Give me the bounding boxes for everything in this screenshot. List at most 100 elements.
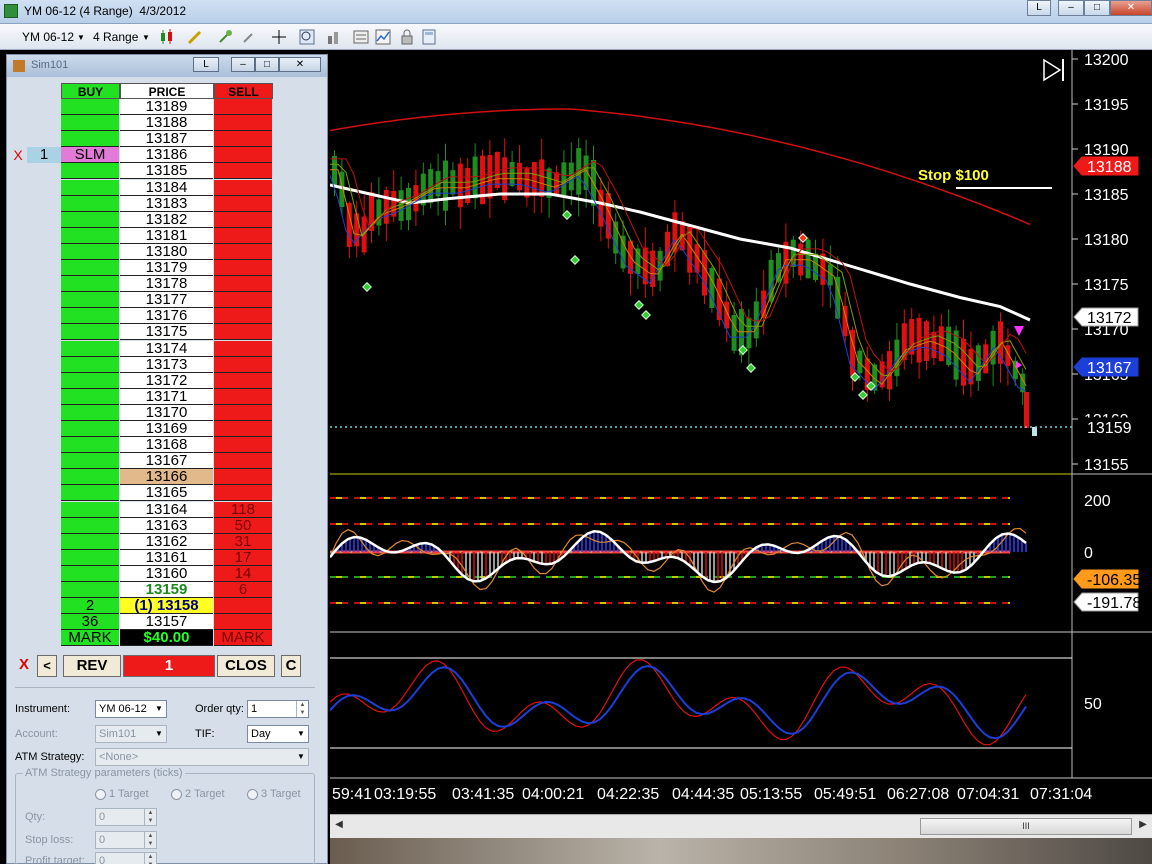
buy-cell[interactable] (61, 243, 119, 260)
maximize-button[interactable]: □ (1084, 0, 1110, 16)
buy-cell[interactable] (61, 421, 119, 437)
cancel-order-x[interactable] (11, 550, 25, 566)
chart-properties-icon[interactable] (352, 28, 370, 46)
sell-cell[interactable] (214, 211, 272, 228)
sell-cell[interactable] (214, 598, 272, 615)
sell-cell[interactable] (214, 260, 272, 276)
sell-cell[interactable]: 14 (214, 565, 272, 582)
cancel-order-x[interactable] (11, 115, 25, 131)
buy-cell[interactable] (61, 163, 119, 180)
pencil-icon[interactable] (186, 28, 204, 46)
sell-cell[interactable] (214, 276, 272, 293)
sell-cell[interactable] (214, 372, 272, 389)
cancel-order-x[interactable] (11, 260, 25, 276)
buy-cell[interactable] (61, 260, 119, 276)
cancel-order-x[interactable] (11, 212, 25, 228)
close-button[interactable]: ✕ (279, 57, 321, 72)
link-button[interactable]: L (1027, 0, 1051, 16)
cancel-order-x[interactable] (11, 485, 25, 501)
tif-select[interactable]: Day ▼ (247, 725, 309, 743)
sell-cell[interactable]: MARK (214, 630, 272, 647)
cancel-order-x[interactable] (11, 324, 25, 340)
c-button[interactable]: C (281, 655, 301, 677)
buy-cell[interactable]: SLM (61, 147, 119, 164)
sell-cell[interactable]: 118 (214, 501, 272, 518)
buy-cell[interactable] (61, 308, 119, 325)
chart-canvas[interactable]: Stop $100 13200 13195 13190 13185 13180 13175… (330, 50, 1152, 814)
sell-cell[interactable]: 6 (214, 582, 272, 598)
cancel-order-x[interactable] (11, 341, 25, 357)
cancel-order-x[interactable] (11, 357, 25, 373)
instrument-selector[interactable]: YM 06-12 (22, 30, 74, 44)
sell-cell[interactable] (214, 453, 272, 470)
sell-cell[interactable] (214, 485, 272, 502)
chevron-down-icon[interactable]: ▼ (142, 33, 150, 42)
sell-cell[interactable] (214, 115, 272, 132)
buy-cell[interactable] (61, 292, 119, 309)
buy-cell[interactable] (61, 565, 119, 582)
line-chart-icon[interactable] (374, 28, 392, 46)
window-titlebar[interactable]: YM 06-12 (4 Range) 4/3/2012 L – □ ✕ (0, 0, 1152, 24)
cancel-order-x[interactable] (11, 582, 25, 598)
buy-cell[interactable]: 36 (61, 614, 119, 631)
cancel-order-x[interactable] (11, 292, 25, 308)
buy-cell[interactable]: MARK (61, 630, 119, 647)
sell-cell[interactable] (214, 292, 272, 309)
cancel-order-x[interactable]: X (11, 147, 25, 163)
buy-cell[interactable] (61, 501, 119, 518)
sell-cell[interactable] (214, 99, 272, 115)
cancel-order-x[interactable] (11, 163, 25, 179)
buy-cell[interactable] (61, 211, 119, 228)
close-position-button[interactable]: CLOS (217, 655, 275, 677)
sell-cell[interactable] (214, 195, 272, 212)
cancel-order-x[interactable] (11, 518, 25, 534)
account-select[interactable]: Sim101 ▼ (95, 725, 167, 743)
buy-cell[interactable] (61, 517, 119, 534)
order-qty-stepper[interactable]: 1 ▲ ▼ (247, 700, 309, 718)
sell-cell[interactable] (214, 356, 272, 373)
cancel-order-x[interactable] (11, 180, 25, 196)
cancel-order-x[interactable] (11, 566, 25, 582)
sell-cell[interactable] (214, 404, 272, 421)
template-icon[interactable] (420, 28, 438, 46)
minus-icon[interactable] (240, 28, 258, 46)
cancel-order-x[interactable] (11, 614, 25, 630)
buy-cell[interactable] (61, 99, 119, 115)
sell-cell[interactable] (214, 421, 272, 437)
cancel-order-x[interactable] (11, 534, 25, 550)
buy-cell[interactable] (61, 131, 119, 148)
buy-cell[interactable] (61, 276, 119, 293)
profit-target-stepper[interactable]: 0▲▼ (95, 852, 157, 864)
minimize-button[interactable]: – (1058, 0, 1084, 16)
buy-cell[interactable]: 2 (61, 598, 119, 615)
price-chart[interactable]: Stop $100 13200 13195 13190 13185 13180 13175… (330, 50, 1152, 814)
zoom-icon[interactable] (298, 28, 316, 46)
bar-chart-icon[interactable] (326, 28, 344, 46)
buy-cell[interactable] (61, 549, 119, 566)
reverse-button[interactable]: REV (63, 655, 121, 677)
cancel-order-x[interactable] (11, 453, 25, 469)
target1-radio[interactable] (95, 789, 106, 800)
sell-cell[interactable] (214, 469, 272, 486)
cancel-order-x[interactable] (11, 630, 25, 646)
atm-strategy-select[interactable]: <None> ▼ (95, 748, 309, 766)
lock-icon[interactable] (398, 28, 416, 46)
cancel-order-x[interactable] (11, 99, 25, 115)
minimize-button[interactable]: – (231, 57, 255, 72)
sell-cell[interactable] (214, 340, 272, 357)
buy-cell[interactable] (61, 533, 119, 550)
scroll-thumb[interactable]: III (920, 818, 1132, 835)
cancel-order-x[interactable] (11, 308, 25, 324)
buy-cell[interactable] (61, 340, 119, 357)
buy-cell[interactable] (61, 324, 119, 341)
qty-stepper[interactable]: 0 ▲ ▼ (95, 808, 157, 826)
cancel-order-x[interactable] (11, 131, 25, 147)
buy-cell[interactable] (61, 388, 119, 405)
cancel-order-x[interactable] (11, 598, 25, 614)
spinner-arrows-icon[interactable]: ▲▼ (144, 809, 156, 825)
cancel-order-x[interactable] (11, 421, 25, 437)
cancel-all-button[interactable]: X (17, 655, 31, 677)
scroll-left-icon[interactable]: ◀ (332, 819, 346, 834)
cancel-order-x[interactable] (11, 276, 25, 292)
buy-cell[interactable] (61, 485, 119, 502)
